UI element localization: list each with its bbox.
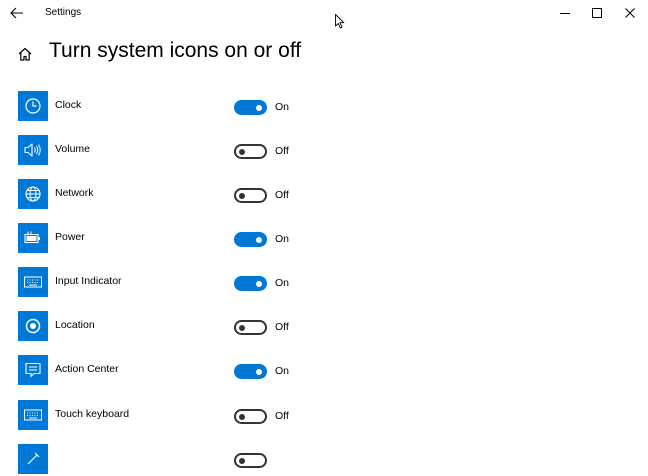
list-item-network: Network Off <box>18 179 318 211</box>
list-item-clock: Clock On <box>18 91 318 123</box>
list-item-partial <box>18 444 318 476</box>
toggle-knob <box>239 192 245 199</box>
input-indicator-tile <box>18 267 48 297</box>
clock-tile <box>18 91 48 121</box>
item-label: Volume <box>55 143 91 155</box>
toggle-knob <box>256 104 262 111</box>
toggle-switch[interactable] <box>234 320 267 335</box>
toggle-switch[interactable] <box>234 453 267 468</box>
list-item-input-indicator: Input Indicator On <box>18 267 318 299</box>
toggle-switch[interactable] <box>234 276 267 291</box>
toggle-state-label: Off <box>275 321 289 333</box>
item-label: Network <box>55 187 94 199</box>
toggle-switch[interactable] <box>234 364 267 379</box>
toggle-knob <box>239 148 245 155</box>
toggle-state-label: On <box>275 233 290 245</box>
toggle-knob <box>239 324 245 331</box>
action-center-tile <box>18 355 48 385</box>
clock-icon <box>25 98 41 114</box>
toggle-state-label: Off <box>275 410 289 422</box>
system-icons-list: Clock On Volume Off Network Off Power On… <box>0 0 648 474</box>
toggle-switch[interactable] <box>234 100 267 115</box>
touch-keyboard-tile <box>18 400 48 430</box>
item-label: Location <box>55 319 95 331</box>
list-item-location: Location Off <box>18 311 318 343</box>
toggle-knob <box>256 236 262 243</box>
network-globe-icon <box>25 186 41 202</box>
action-center-icon <box>25 362 41 378</box>
toggle-state-label: Off <box>275 189 289 201</box>
item-label: Action Center <box>55 363 119 375</box>
list-item-volume: Volume Off <box>18 135 318 167</box>
toggle-knob <box>239 413 245 420</box>
battery-icon <box>24 231 40 244</box>
volume-tile <box>18 135 48 165</box>
toggle-switch[interactable] <box>234 409 267 424</box>
toggle-switch[interactable] <box>234 232 267 247</box>
toggle-knob <box>256 368 262 375</box>
item-label: Touch keyboard <box>55 408 130 420</box>
mouse-cursor-icon <box>335 14 345 29</box>
list-item-power: Power On <box>18 223 318 255</box>
toggle-state-label: Off <box>275 145 289 157</box>
network-tile <box>18 179 48 209</box>
list-item-action-center: Action Center On <box>18 355 318 387</box>
location-icon <box>25 318 41 334</box>
keyboard-icon <box>24 276 42 288</box>
toggle-state-label: On <box>275 365 290 377</box>
volume-icon <box>24 143 41 157</box>
power-tile <box>18 223 48 253</box>
location-tile <box>18 311 48 341</box>
toggle-knob <box>239 457 245 464</box>
toggle-switch[interactable] <box>234 188 267 203</box>
list-item-touch-keyboard: Touch keyboard Off <box>18 400 318 432</box>
toggle-knob <box>256 280 262 287</box>
toggle-switch[interactable] <box>234 144 267 159</box>
item-label: Input Indicator <box>55 275 122 287</box>
pen-icon <box>27 452 40 465</box>
toggle-state-label: On <box>275 277 290 289</box>
toggle-state-label: On <box>275 101 290 113</box>
item-label: Clock <box>55 99 82 111</box>
touch-keyboard-icon <box>24 409 42 421</box>
item-label: Power <box>55 231 85 243</box>
pen-tile <box>18 444 48 474</box>
